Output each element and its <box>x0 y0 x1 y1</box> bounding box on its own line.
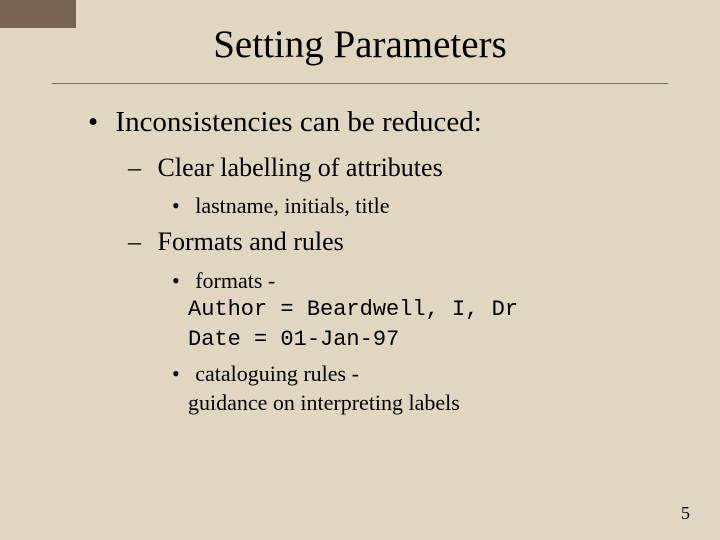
bullet-lvl3: formats - Author = Beardwell, I, Dr Date… <box>60 266 660 355</box>
bullet-lvl3-desc: guidance on interpreting labels <box>188 388 660 418</box>
bullet-lvl3: lastname, initials, title <box>60 191 660 221</box>
content-area: Inconsistencies can be reduced: Clear la… <box>0 84 720 418</box>
bullet-lvl2-text: Clear labelling of attributes <box>158 153 443 182</box>
slide: Setting Parameters Inconsistencies can b… <box>0 0 720 540</box>
bullet-lvl3-text: lastname, initials, title <box>195 193 389 218</box>
page-number: 5 <box>681 503 690 524</box>
code-line: Author = Beardwell, I, Dr <box>188 295 660 325</box>
code-line: Date = 01-Jan-97 <box>188 325 660 355</box>
corner-decoration <box>0 0 76 28</box>
slide-title: Setting Parameters <box>0 0 720 77</box>
bullet-lvl3-lead: formats - <box>195 268 275 293</box>
bullet-lvl2: Clear labelling of attributes <box>60 150 660 185</box>
bullet-lvl3-lead: cataloguing rules - <box>195 361 359 386</box>
bullet-lvl2-text: Formats and rules <box>158 227 344 256</box>
bullet-lvl1-text: Inconsistencies can be reduced: <box>115 106 481 138</box>
bullet-lvl2: Formats and rules <box>60 224 660 259</box>
bullet-lvl3: cataloguing rules - guidance on interpre… <box>60 359 660 418</box>
bullet-lvl1: Inconsistencies can be reduced: <box>60 104 660 142</box>
